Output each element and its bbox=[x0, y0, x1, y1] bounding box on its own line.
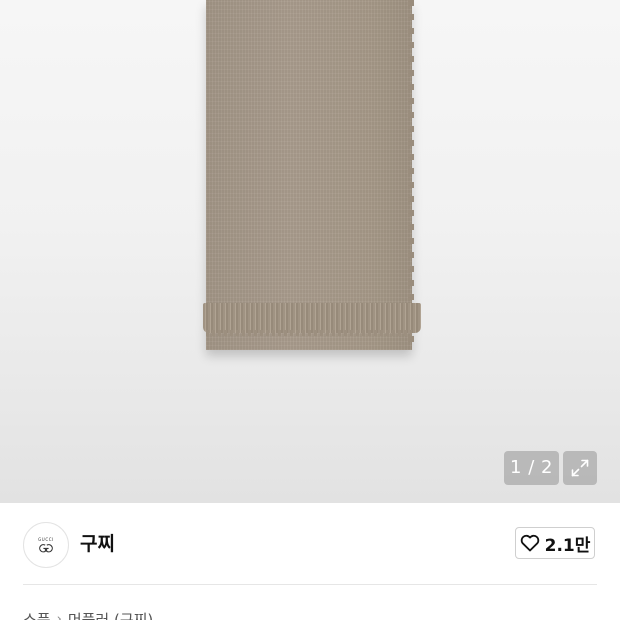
breadcrumb-item-category[interactable]: 소품 bbox=[23, 609, 51, 620]
scarf-fringe-ends bbox=[206, 330, 412, 336]
image-pager-indicator: 1 / 2 bbox=[504, 451, 559, 485]
like-button[interactable]: 2.1만 bbox=[515, 527, 595, 559]
scarf-side-fringe bbox=[408, 0, 414, 350]
scarf-bottom-fringe bbox=[203, 303, 421, 333]
fullscreen-button[interactable] bbox=[563, 451, 597, 485]
brand-row: GUCCI 구찌 2.1만 bbox=[0, 503, 620, 585]
expand-icon bbox=[571, 459, 589, 477]
product-image-scarf bbox=[206, 0, 412, 350]
breadcrumb: 소품 › 머플러 (구찌) bbox=[23, 608, 153, 620]
breadcrumb-item-subcategory[interactable]: 머플러 (구찌) bbox=[68, 609, 153, 620]
product-image-carousel[interactable]: 1 / 2 bbox=[0, 0, 620, 503]
gucci-gg-logo-icon bbox=[39, 543, 53, 552]
section-divider bbox=[23, 584, 597, 585]
brand-logo[interactable]: GUCCI bbox=[23, 522, 69, 568]
product-page: 1 / 2 GUCCI 구찌 2.1만 소품 › 머플러 (구찌) bbox=[0, 0, 620, 620]
like-count: 2.1만 bbox=[544, 535, 591, 556]
brand-name[interactable]: 구찌 bbox=[80, 531, 115, 557]
heart-outline-icon bbox=[520, 534, 539, 552]
breadcrumb-separator: › bbox=[56, 611, 62, 620]
